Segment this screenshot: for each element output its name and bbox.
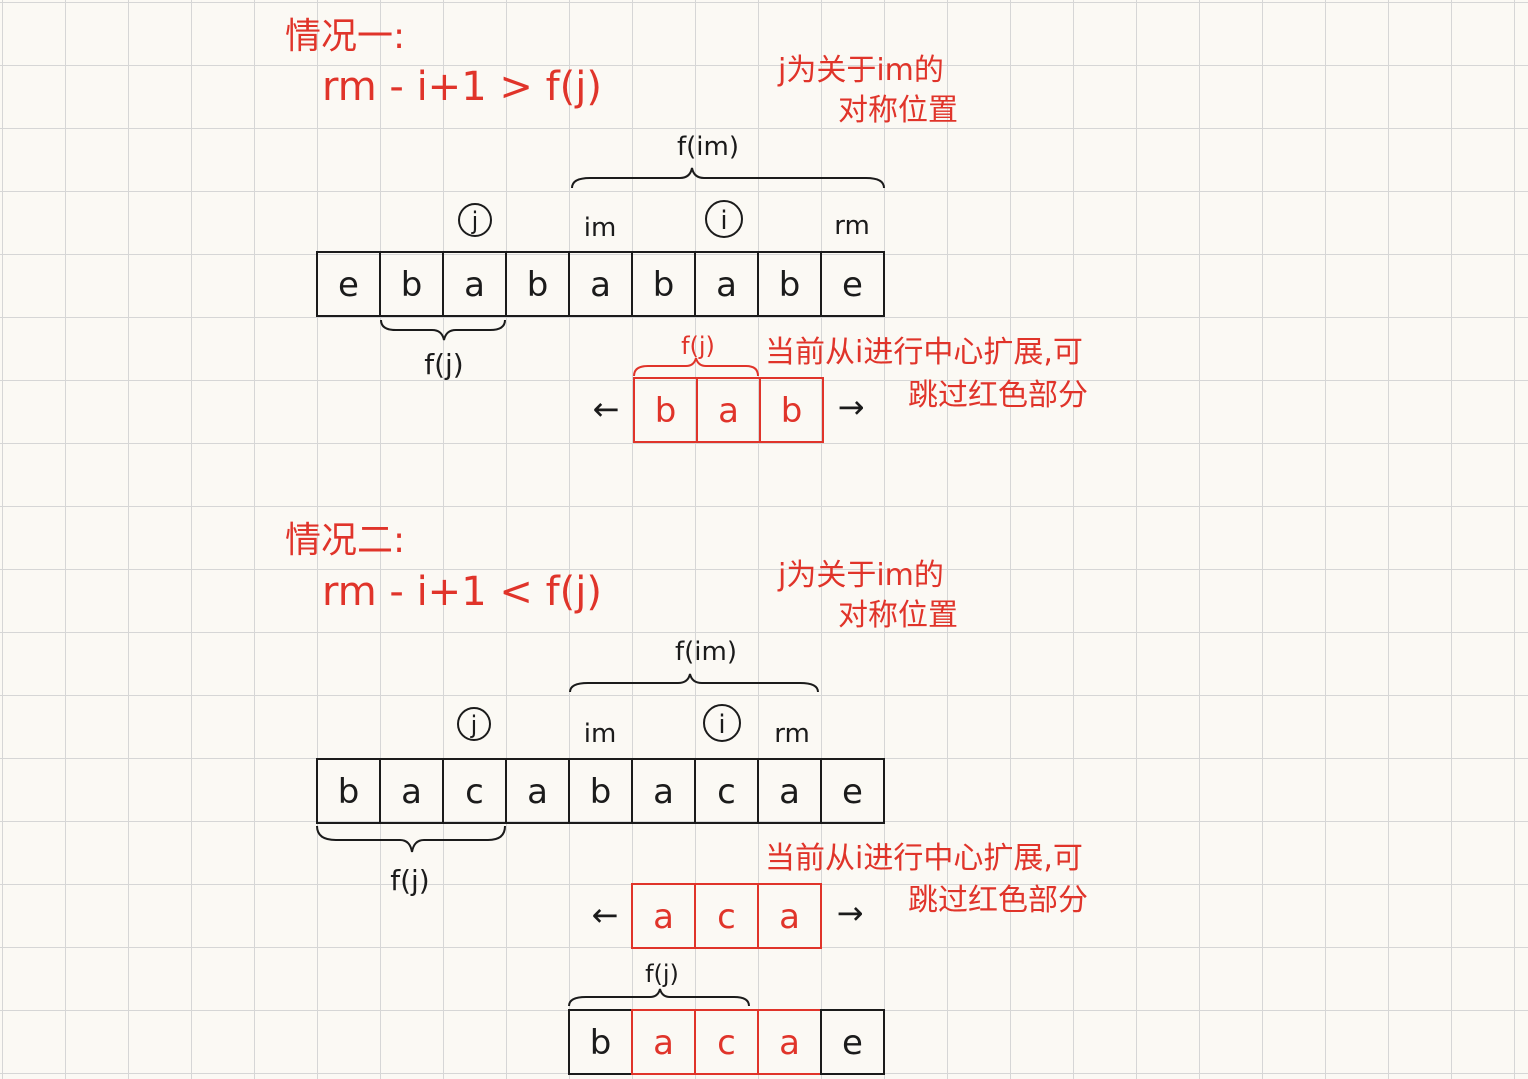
case1-red-brace	[633, 357, 759, 377]
case2-cells-cell-letter: e	[842, 772, 863, 812]
case1-red-cells-cell-letter: b	[655, 391, 677, 431]
case2-right-arrow: →	[837, 894, 864, 932]
case2-title: 情况二:	[285, 520, 405, 561]
case2-bottom-cells-cell-letter: e	[842, 1023, 863, 1063]
diagram-canvas: 情况一: rm - i+1 > f(j) j为关于im的 对称位置 f(im) …	[285, 16, 1088, 1075]
case1-cells-cell-letter: b	[779, 265, 801, 305]
case2-cells-cell-letter: a	[527, 772, 548, 812]
case2: 情况二: rm - i+1 < f(j) j为关于im的 对称位置 f(im) …	[285, 520, 1088, 1075]
case1-cells-cell-letter: a	[716, 265, 737, 305]
case2-marker-i: i	[703, 704, 741, 742]
case2-cells-cell-letter: a	[401, 772, 422, 812]
case1-red-brace-label: f(j)	[681, 332, 715, 360]
case2-bottom-brace-label: f(j)	[645, 960, 679, 988]
case1: 情况一: rm - i+1 > f(j) j为关于im的 对称位置 f(im) …	[285, 16, 1088, 443]
case1-expand-line1: 当前从i进行中心扩展,可	[765, 335, 1083, 370]
case1-red-cells-cell-letter: b	[781, 391, 803, 431]
case2-bottom-cells-cell-letter: a	[779, 1023, 800, 1063]
case1-brace-top	[571, 167, 885, 189]
case2-brace-bottom	[316, 825, 506, 853]
case2-marker-i-label: i	[718, 710, 725, 740]
case1-condition: rm - i+1 > f(j)	[322, 64, 602, 110]
case1-brace-bottom-label: f(j)	[424, 348, 463, 381]
case2-expand-line1: 当前从i进行中心扩展,可	[765, 841, 1083, 876]
case1-marker-j-label: j	[471, 207, 479, 235]
case1-brace-top-label: f(im)	[677, 132, 739, 162]
case2-red-cells: aca	[631, 883, 822, 949]
case2-marker-rm: rm	[774, 719, 810, 749]
case1-brace-bottom	[380, 319, 506, 341]
case1-right-arrow: →	[838, 388, 865, 426]
case2-cells-cell-letter: b	[338, 772, 360, 812]
case2-red-cells-cell-letter: c	[717, 897, 736, 937]
case2-cells-cell-letter: c	[717, 772, 736, 812]
case1-marker-j: j	[458, 203, 492, 237]
case2-brace-top-label: f(im)	[675, 637, 737, 667]
case2-bottom-cells-cell-letter: a	[653, 1023, 674, 1063]
case2-cells-cell-letter: b	[590, 772, 612, 812]
case1-note-line1: j为关于im的	[777, 53, 944, 88]
case2-red-cells-cell-letter: a	[653, 897, 674, 937]
case2-cells-cell-letter: a	[653, 772, 674, 812]
case1-cells-cell-letter: e	[338, 265, 359, 305]
case2-bottom-cells-cell-letter: b	[590, 1023, 612, 1063]
case1-cells-cell-letter: b	[527, 265, 549, 305]
case1-marker-im: im	[584, 213, 617, 243]
case2-marker-j-label: j	[470, 711, 478, 739]
case1-cells-cell-letter: e	[842, 265, 863, 305]
case2-note-line1: j为关于im的	[777, 558, 944, 593]
case1-title: 情况一:	[285, 16, 405, 57]
case2-brace-top	[569, 673, 819, 693]
case1-red-cells: bab	[633, 377, 824, 443]
case2-note-line2: 对称位置	[838, 598, 958, 633]
case2-expand-line2: 跳过红色部分	[908, 883, 1088, 918]
case1-marker-rm: rm	[834, 211, 870, 241]
case1-left-arrow: ←	[593, 390, 620, 428]
case2-bottom-brace	[568, 988, 750, 1007]
case2-cells-cell-letter: c	[465, 772, 484, 812]
case2-bottom-cells: bacae	[568, 1009, 885, 1075]
case1-marker-i-label: i	[720, 206, 727, 236]
case1-cells-cell-letter: b	[401, 265, 423, 305]
case2-cells-cell-letter: a	[779, 772, 800, 812]
case2-red-cells-cell-letter: a	[779, 897, 800, 937]
case1-cells-cell-letter: a	[464, 265, 485, 305]
case2-condition: rm - i+1 < f(j)	[322, 569, 602, 615]
case1-expand-line2: 跳过红色部分	[908, 378, 1088, 413]
case2-marker-j: j	[457, 707, 491, 741]
case2-cells: bacabacae	[316, 758, 885, 824]
case2-left-arrow: ←	[592, 896, 619, 934]
case2-marker-im: im	[584, 719, 617, 749]
case1-note-line2: 对称位置	[838, 93, 958, 128]
case2-brace-bottom-label: f(j)	[390, 864, 429, 897]
case1-red-cells-cell-letter: a	[718, 391, 739, 431]
case1-cells: ebabababe	[316, 251, 885, 317]
case1-cells-cell-letter: a	[590, 265, 611, 305]
case1-cells-cell-letter: b	[653, 265, 675, 305]
case1-marker-i: i	[705, 200, 743, 238]
case2-bottom-cells-cell-letter: c	[717, 1023, 736, 1063]
